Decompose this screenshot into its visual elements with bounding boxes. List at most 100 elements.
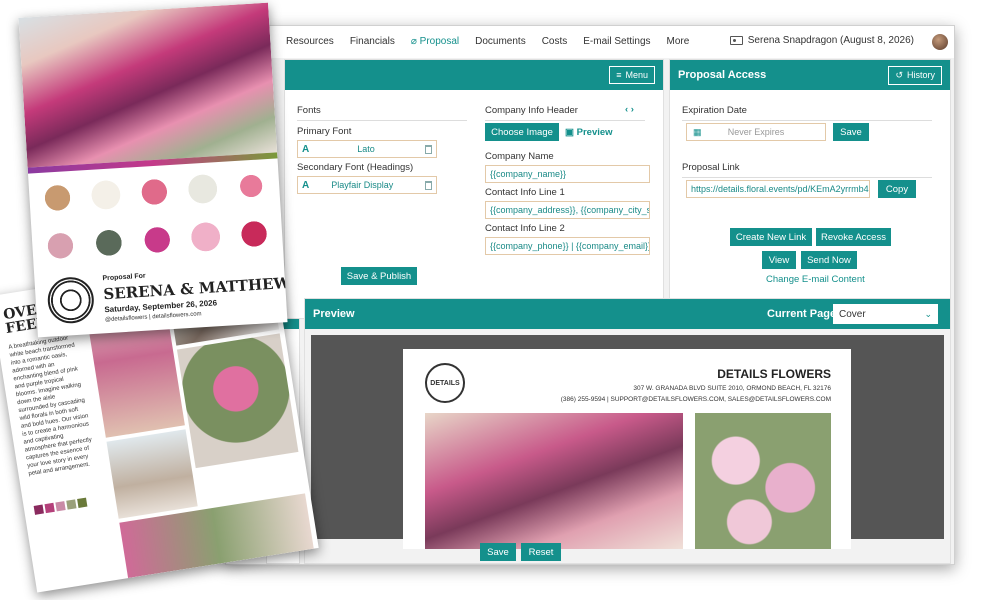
flower-tile (227, 162, 275, 210)
overall-feeling-text: A breathtaking outdoor white beach trans… (8, 335, 93, 478)
preview-save-button[interactable]: Save (480, 543, 516, 561)
flower-tile (133, 216, 181, 264)
nav-more[interactable]: More (667, 36, 690, 47)
nav-proposal[interactable]: ⌀ Proposal (411, 36, 459, 47)
fonts-divider (297, 120, 467, 121)
image-icon: ▣ (565, 127, 577, 138)
contact1-field[interactable]: {{company_address}}, {{company_city_stat (485, 201, 650, 219)
current-page-value: Cover (839, 308, 866, 320)
brochure-front-cover: Proposal For SERENA & MATTHEW Saturday, … (18, 2, 288, 338)
preview-link-label: Preview (576, 127, 613, 138)
send-now-button[interactable]: Send Now (801, 251, 857, 269)
cover-logo (46, 275, 96, 325)
swatch (77, 497, 88, 508)
flower-tile (179, 165, 227, 213)
leaf-icon: ⌀ (410, 36, 420, 47)
secondary-font-value: Playfair Display (331, 180, 394, 190)
swatch (66, 499, 77, 510)
user-info[interactable]: Serena Snapdragon (August 8, 2026) (729, 35, 914, 46)
nav-financials[interactable]: Financials (350, 36, 395, 47)
calendar-icon: ▦ (693, 126, 702, 137)
current-page-select[interactable]: Cover ⌄ (833, 304, 938, 324)
top-nav: Resources Financials ⌀ Proposal Document… (226, 26, 954, 58)
contact1-label: Contact Info Line 1 (485, 187, 565, 198)
doc-contact: (386) 255-9594 | SUPPORT@DETAILSFLOWERS.… (560, 396, 831, 403)
nav-list: Resources Financials ⌀ Proposal Document… (286, 36, 705, 47)
flower-tile (34, 174, 82, 222)
contact2-field[interactable]: {{company_phone}} | {{company_email}} (485, 237, 650, 255)
company-logo-text: DETAILS (430, 379, 460, 387)
preview-title: Preview (313, 308, 355, 320)
proposal-link-field[interactable]: https://details.floral.events/pd/KEmA2yr… (686, 180, 870, 198)
preview-document: DETAILS DETAILS FLOWERS 307 W. GRANADA B… (403, 349, 851, 549)
id-card-icon (729, 36, 743, 45)
expiration-label: Expiration Date (682, 105, 747, 116)
copy-button[interactable]: Copy (878, 180, 916, 198)
preview-link[interactable]: ▣ Preview (565, 127, 613, 138)
save-publish-button[interactable]: Save & Publish (341, 267, 417, 285)
access-header: Proposal Access ↺ History (670, 60, 950, 90)
bouquet-photo (425, 413, 683, 549)
flower-tile (130, 168, 178, 216)
proposal-for-label: Proposal For (102, 272, 146, 283)
company-divider (485, 120, 645, 121)
collapse-icon[interactable]: ‹ › (625, 104, 634, 115)
link-divider (682, 177, 932, 178)
history-icon: ↺ (895, 69, 903, 80)
primary-font-value: Lato (357, 144, 375, 154)
doc-address: 307 W. GRANADA BLVD SUITE 2010, ORMOND B… (633, 385, 831, 392)
trash-icon[interactable] (425, 145, 432, 154)
company-header-label: Company Info Header (485, 105, 578, 116)
preview-header: Preview Current Page: Cover ⌄ (305, 299, 950, 329)
settings-header: ≡ Menu (285, 60, 663, 90)
preview-panel: Preview Current Page: Cover ⌄ DETAILS DE… (304, 298, 951, 564)
fonts-heading: Fonts (297, 105, 321, 116)
chevron-down-icon: ⌄ (924, 308, 932, 319)
flower-grid (34, 162, 278, 270)
history-button-label: History (906, 70, 935, 80)
access-title: Proposal Access (678, 69, 767, 81)
company-name-field[interactable]: {{company_name}} (485, 165, 650, 183)
revoke-access-button[interactable]: Revoke Access (816, 228, 891, 246)
flower-tile (182, 213, 230, 261)
menu-button-label: Menu (625, 70, 648, 80)
contact2-label: Contact Info Line 2 (485, 223, 565, 234)
stage: Resources Financials ⌀ Proposal Document… (0, 0, 1000, 600)
proposal-link-label: Proposal Link (682, 162, 740, 173)
primary-font-label: Primary Font (297, 126, 352, 137)
nav-resources[interactable]: Resources (286, 36, 334, 47)
swatch (33, 504, 44, 515)
nav-proposal-label: Proposal (419, 36, 460, 47)
trash-icon[interactable] (425, 181, 432, 190)
lisianthus-photo (695, 413, 831, 549)
secondary-font-label: Secondary Font (Headings) (297, 162, 414, 173)
app-window: Resources Financials ⌀ Proposal Document… (225, 25, 955, 565)
primary-font-field[interactable]: A Lato (297, 140, 437, 158)
arrangement-photo (176, 333, 299, 469)
swatch (55, 501, 66, 512)
current-page-label: Current Page: (767, 308, 840, 320)
proposal-access-panel: Proposal Access ↺ History Expiration Date… (669, 59, 951, 319)
view-button[interactable]: View (762, 251, 796, 269)
expiration-placeholder: Never Expires (727, 127, 785, 137)
create-new-link-button[interactable]: Create New Link (730, 228, 812, 246)
history-button[interactable]: ↺ History (888, 65, 942, 85)
company-name-label: Company Name (485, 151, 554, 162)
flower-tile (37, 222, 85, 270)
nav-documents[interactable]: Documents (475, 36, 526, 47)
preview-canvas: DETAILS DETAILS FLOWERS 307 W. GRANADA B… (311, 335, 944, 549)
choose-image-button[interactable]: Choose Image (485, 123, 559, 141)
hamburger-icon: ≡ (616, 70, 622, 80)
change-email-link[interactable]: Change E-mail Content (766, 274, 865, 285)
secondary-font-field[interactable]: A Playfair Display (297, 176, 437, 194)
menu-button[interactable]: ≡ Menu (609, 66, 655, 84)
expiration-field[interactable]: ▦ Never Expires (686, 123, 826, 141)
flower-tile (85, 219, 133, 267)
avatar[interactable] (932, 34, 948, 50)
preview-reset-button[interactable]: Reset (521, 543, 561, 561)
nav-costs[interactable]: Costs (542, 36, 568, 47)
expiration-save-button[interactable]: Save (833, 123, 869, 141)
expiration-divider (682, 120, 932, 121)
font-icon: A (302, 143, 310, 155)
nav-email-settings[interactable]: E-mail Settings (583, 36, 650, 47)
